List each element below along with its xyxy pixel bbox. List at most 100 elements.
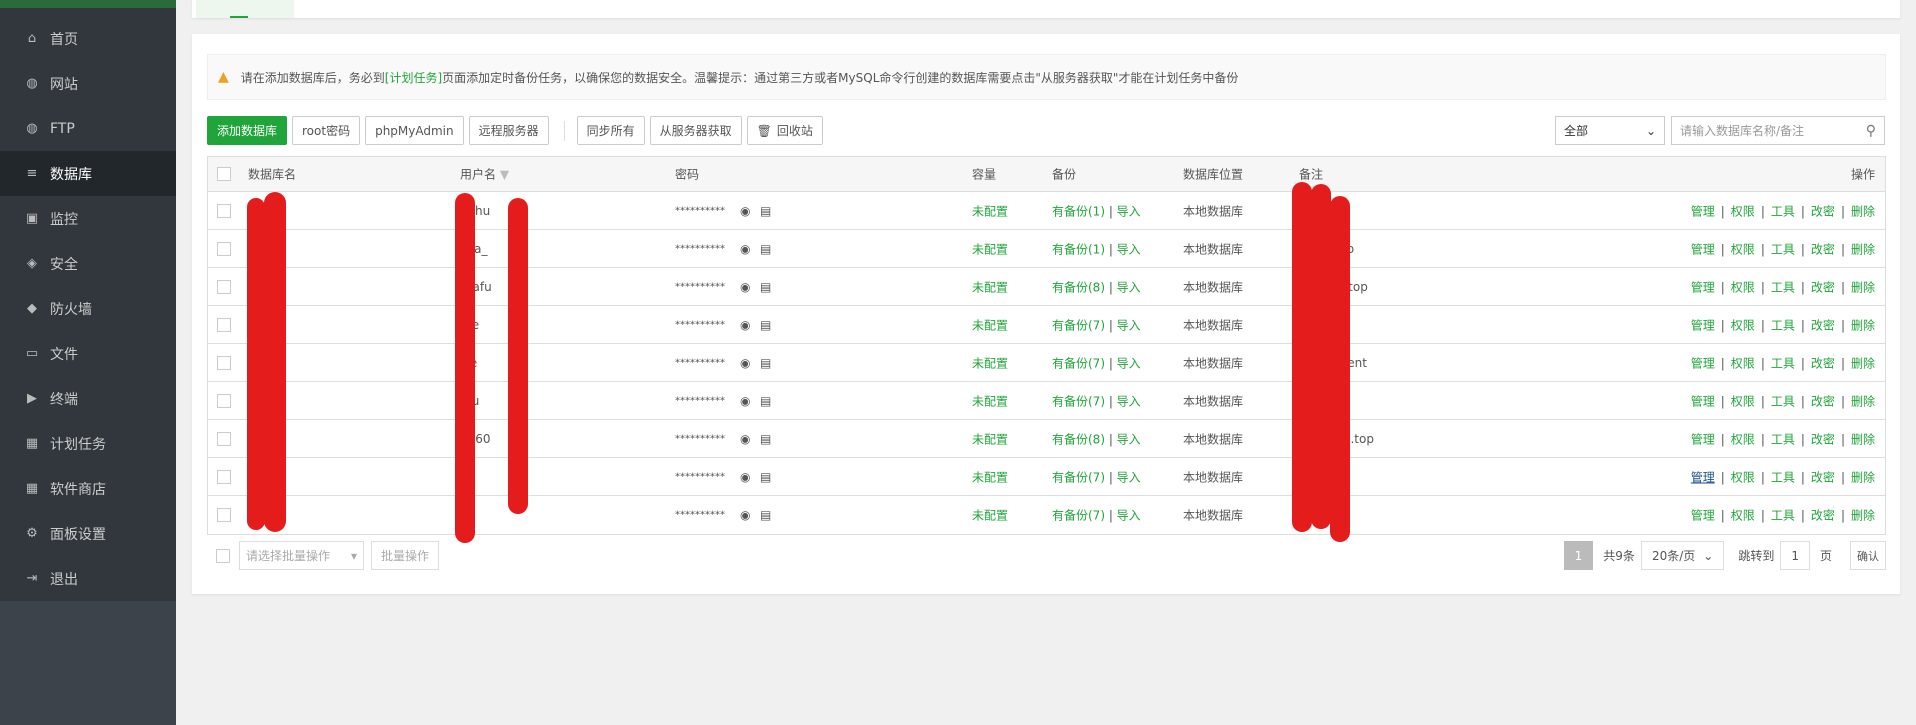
backup-link[interactable]: 有备份(7) [1052,318,1105,332]
op-link[interactable]: 改密 [1811,394,1835,408]
eye-icon[interactable]: ◉ [740,508,750,522]
op-link[interactable]: 工具 [1771,204,1795,218]
op-link[interactable]: 删除 [1851,470,1875,484]
backup-link[interactable]: 有备份(7) [1052,509,1105,523]
sidebar-item-9[interactable]: ▦ 计划任务 [0,421,176,466]
import-link[interactable]: 导入 [1117,356,1141,370]
backup-link[interactable]: 有备份(1) [1052,242,1105,256]
db-size[interactable]: 未配置 [972,507,1008,524]
sidebar-item-3[interactable]: ≡ 数据库 [0,151,176,196]
op-link[interactable]: 工具 [1771,356,1795,370]
cron-task-link[interactable]: [计划任务] [385,69,442,86]
batch-action-button[interactable]: 批量操作 [371,541,440,570]
op-link[interactable]: 权限 [1731,394,1755,408]
page-current[interactable]: 1 [1563,541,1594,570]
op-link[interactable]: 权限 [1731,280,1755,294]
root-password-button[interactable]: root密码 [292,116,361,145]
backup-link[interactable]: 有备份(7) [1052,356,1105,370]
op-link[interactable]: 改密 [1811,470,1835,484]
remote-server-button[interactable]: 远程服务器 [468,116,549,145]
op-link[interactable]: 管理 [1691,432,1715,446]
op-link[interactable]: 权限 [1731,432,1755,446]
op-link[interactable]: 管理 [1691,470,1715,484]
op-link[interactable]: 删除 [1851,280,1875,294]
eye-icon[interactable]: ◉ [740,204,750,218]
sync-all-button[interactable]: 同步所有 [576,116,645,145]
select-all-checkbox[interactable] [217,167,231,181]
eye-icon[interactable]: ◉ [740,470,750,484]
import-link[interactable]: 导入 [1117,509,1141,523]
sidebar-item-7[interactable]: ▭ 文件 [0,331,176,376]
import-link[interactable]: 导入 [1117,242,1141,256]
op-link[interactable]: 工具 [1771,242,1795,256]
op-link[interactable]: 改密 [1811,280,1835,294]
op-link[interactable]: 改密 [1811,432,1835,446]
op-link[interactable]: 删除 [1851,509,1875,523]
op-link[interactable]: 权限 [1731,242,1755,256]
db-size[interactable]: 未配置 [972,202,1008,219]
backup-link[interactable]: 有备份(8) [1052,432,1105,446]
row-checkbox[interactable] [217,508,231,522]
add-database-button[interactable]: 添加数据库 [207,116,288,145]
search-icon[interactable]: ⚲ [1866,123,1876,139]
op-link[interactable]: 管理 [1691,356,1715,370]
import-link[interactable]: 导入 [1117,280,1141,294]
backup-link[interactable]: 有备份(7) [1052,470,1105,484]
backup-link[interactable]: 有备份(8) [1052,280,1105,294]
op-link[interactable]: 删除 [1851,242,1875,256]
op-link[interactable]: 改密 [1811,509,1835,523]
backup-link[interactable]: 有备份(7) [1052,394,1105,408]
row-checkbox[interactable] [217,393,231,408]
op-link[interactable]: 改密 [1811,356,1835,370]
copy-icon[interactable]: ▤ [760,508,771,522]
eye-icon[interactable]: ◉ [740,394,750,408]
op-link[interactable]: 权限 [1731,356,1755,370]
import-link[interactable]: 导入 [1117,394,1141,408]
col-name[interactable]: 数据库名 [248,166,296,183]
recycle-bin-button[interactable]: 🗑 回收站 [746,116,823,145]
copy-icon[interactable]: ▤ [760,242,771,256]
copy-icon[interactable]: ▤ [760,394,771,408]
import-link[interactable]: 导入 [1117,432,1141,446]
batch-select[interactable]: 请选择批量操作 ▾ [239,541,364,570]
op-link[interactable]: 删除 [1851,356,1875,370]
type-select[interactable]: 全部 ⌄ [1555,116,1665,145]
op-link[interactable]: 管理 [1691,509,1715,523]
sidebar-item-6[interactable]: ◆ 防火墙 [0,286,176,331]
search-input[interactable]: 请输入数据库名称/备注 ⚲ [1671,116,1885,145]
op-link[interactable]: 管理 [1691,242,1715,256]
sidebar-item-12[interactable]: ⇥ 退出 [0,556,176,601]
eye-icon[interactable]: ◉ [740,432,750,446]
op-link[interactable]: 权限 [1731,509,1755,523]
row-checkbox[interactable] [217,203,231,218]
op-link[interactable]: 管理 [1691,204,1715,218]
import-link[interactable]: 导入 [1117,204,1141,218]
db-size[interactable]: 未配置 [972,430,1008,447]
copy-icon[interactable]: ▤ [760,280,771,294]
sidebar-item-1[interactable]: ◍ 网站 [0,61,176,106]
col-user[interactable]: 用户名 ▼ [460,166,509,183]
op-link[interactable]: 管理 [1691,394,1715,408]
row-checkbox[interactable] [217,469,231,484]
op-link[interactable]: 删除 [1851,204,1875,218]
row-checkbox[interactable] [217,317,231,332]
sidebar-item-10[interactable]: ▦ 软件商店 [0,466,176,511]
op-link[interactable]: 工具 [1771,318,1795,332]
op-link[interactable]: 删除 [1851,394,1875,408]
op-link[interactable]: 工具 [1771,280,1795,294]
phpmyadmin-button[interactable]: phpMyAdmin [365,116,464,145]
eye-icon[interactable]: ◉ [740,356,750,370]
copy-icon[interactable]: ▤ [760,318,771,332]
import-link[interactable]: 导入 [1117,318,1141,332]
op-link[interactable]: 管理 [1691,280,1715,294]
sidebar-item-11[interactable]: ⚙ 面板设置 [0,511,176,556]
op-link[interactable]: 权限 [1731,470,1755,484]
sidebar-item-4[interactable]: ▣ 监控 [0,196,176,241]
op-link[interactable]: 管理 [1691,318,1715,332]
db-size[interactable]: 未配置 [972,392,1008,409]
db-size[interactable]: 未配置 [972,468,1008,485]
op-link[interactable]: 删除 [1851,318,1875,332]
eye-icon[interactable]: ◉ [740,318,750,332]
backup-link[interactable]: 有备份(1) [1052,204,1105,218]
copy-icon[interactable]: ▤ [760,204,771,218]
